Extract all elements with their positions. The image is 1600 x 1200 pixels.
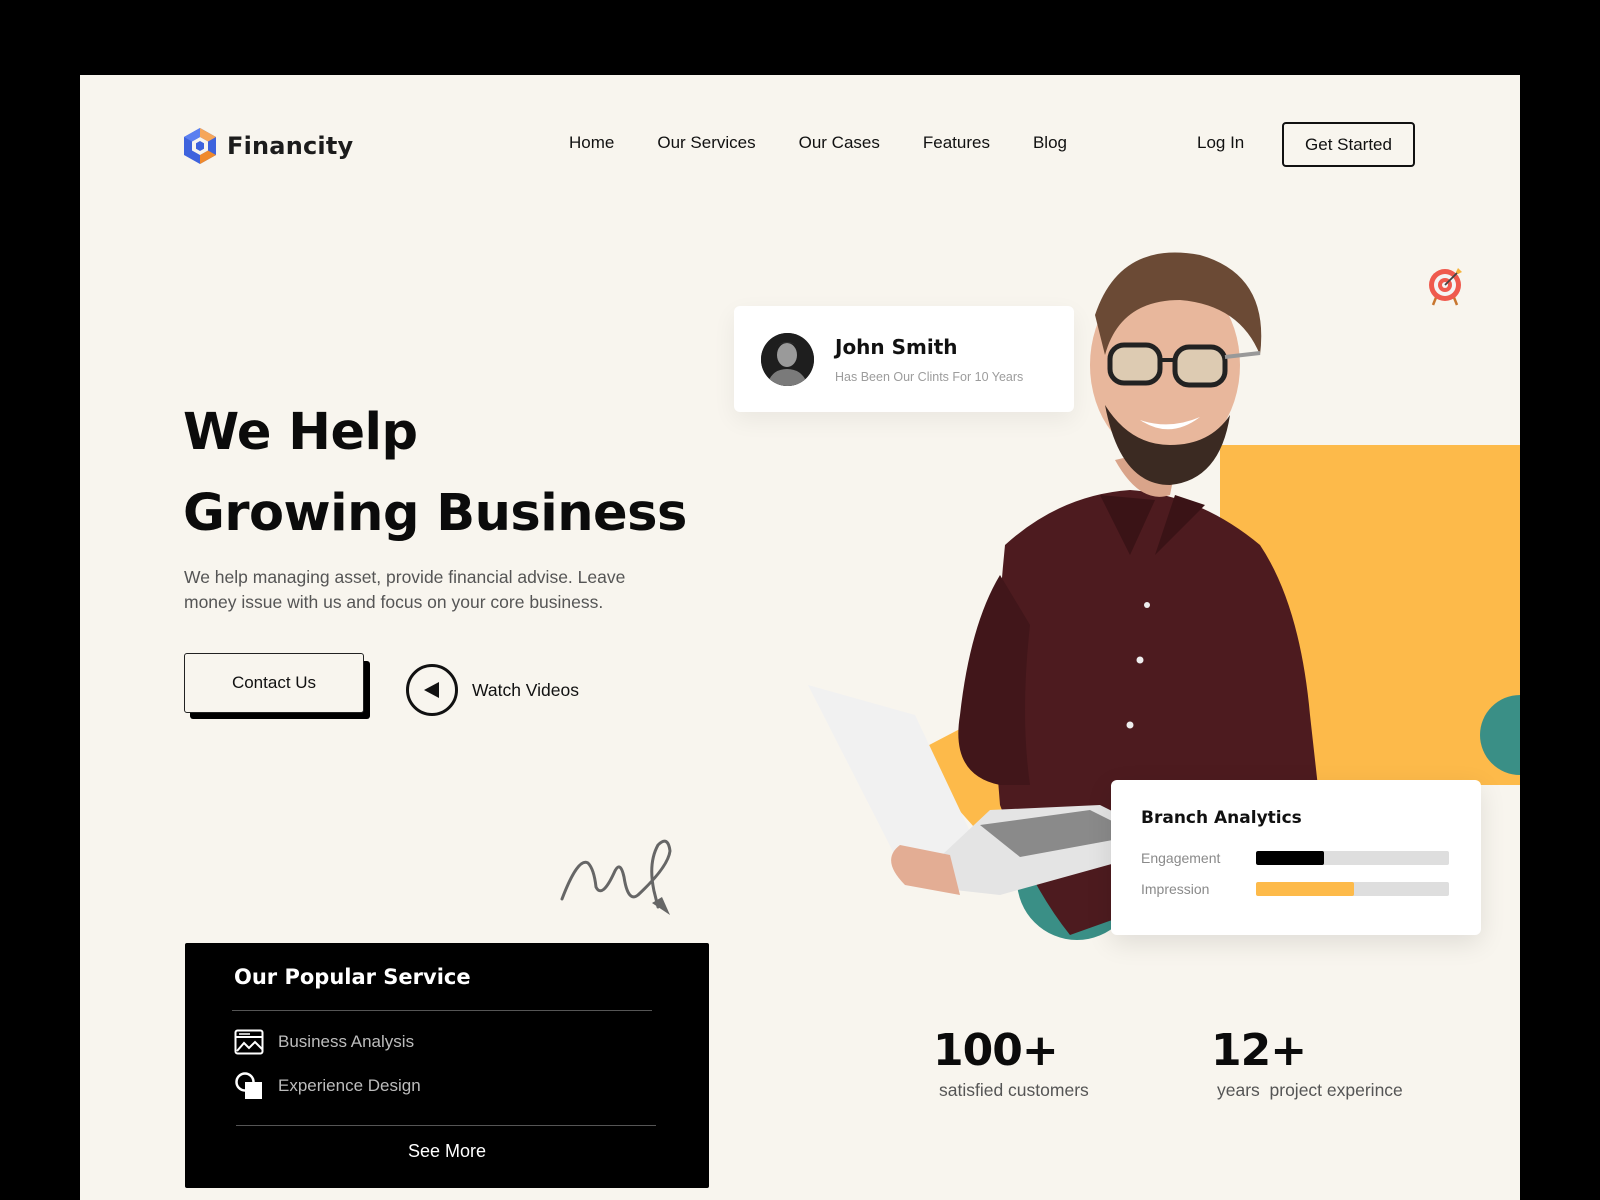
see-more-link[interactable]: See More: [185, 1141, 709, 1162]
branch-analytics-card: Branch Analytics Engagement Impression: [1111, 780, 1481, 935]
landing-page: Financity Home Our Services Our Cases Fe…: [80, 75, 1520, 1200]
nav-features[interactable]: Features: [923, 132, 990, 154]
hero-title-line-1: We Help: [183, 403, 418, 462]
analytics-title: Branch Analytics: [1141, 808, 1302, 828]
main-nav: Home Our Services Our Cases Features Blo…: [569, 132, 1110, 154]
stat-customers: 100+ satisfied customers: [933, 1025, 1089, 1101]
hero-title: We Help Growing Business: [183, 392, 687, 554]
client-name: John Smith: [835, 335, 958, 359]
stat-value: 100+: [933, 1025, 1059, 1076]
metric-engagement: Engagement: [1141, 850, 1449, 866]
divider: [236, 1125, 656, 1126]
progress-track: [1256, 851, 1449, 865]
watch-videos-button[interactable]: Watch Videos: [406, 664, 579, 716]
contact-us-button[interactable]: Contact Us: [184, 653, 364, 713]
progress-track: [1256, 882, 1449, 896]
divider: [232, 1010, 652, 1011]
login-link[interactable]: Log In: [1197, 132, 1244, 154]
get-started-button[interactable]: Get Started: [1282, 122, 1415, 167]
analytics-window-icon: [234, 1029, 264, 1055]
target-icon: [1429, 268, 1462, 306]
engagement-progress-fill: [1256, 851, 1324, 865]
client-testimonial-card: John Smith Has Been Our Clints For 10 Ye…: [734, 306, 1074, 412]
shapes-icon: [235, 1072, 262, 1099]
client-subtitle: Has Been Our Clints For 10 Years: [835, 370, 1024, 384]
service-label: Experience Design: [278, 1076, 421, 1095]
person-photo-icon: [761, 333, 814, 386]
hero-description: We help managing asset, provide financia…: [184, 567, 626, 612]
service-item-business-analysis[interactable]: Business Analysis: [234, 1029, 414, 1055]
nav-home[interactable]: Home: [569, 132, 614, 154]
play-button[interactable]: [406, 664, 458, 716]
hero-title-line-2: Growing Business: [183, 484, 687, 543]
popular-service-card: Our Popular Service Business Analysis Ex…: [185, 943, 709, 1188]
hexagon-c-logo-icon: [184, 128, 216, 164]
service-card-title: Our Popular Service: [234, 965, 471, 989]
stat-label: satisfied customers: [939, 1080, 1089, 1100]
brand-logo[interactable]: Financity: [183, 127, 353, 165]
client-avatar: [761, 333, 814, 386]
stat-value: 12+: [1211, 1025, 1307, 1076]
metric-label: Impression: [1141, 881, 1210, 897]
play-icon: [424, 682, 439, 698]
stat-years: 12+ years project experince: [1211, 1025, 1403, 1101]
service-label: Business Analysis: [278, 1032, 415, 1051]
nav-our-cases[interactable]: Our Cases: [799, 132, 880, 154]
metric-impression: Impression: [1141, 881, 1449, 897]
nav-blog[interactable]: Blog: [1033, 132, 1067, 154]
brand-name: Financity: [227, 132, 354, 160]
nav-our-services[interactable]: Our Services: [657, 132, 755, 154]
stat-label: years project experince: [1217, 1080, 1403, 1100]
metric-label: Engagement: [1141, 850, 1221, 866]
signature-doodle-icon: [560, 839, 672, 915]
watch-videos-label: Watch Videos: [472, 679, 579, 700]
service-item-experience-design[interactable]: Experience Design: [234, 1071, 421, 1101]
contact-button-group: Contact Us: [184, 653, 370, 719]
impression-progress-fill: [1256, 882, 1355, 896]
